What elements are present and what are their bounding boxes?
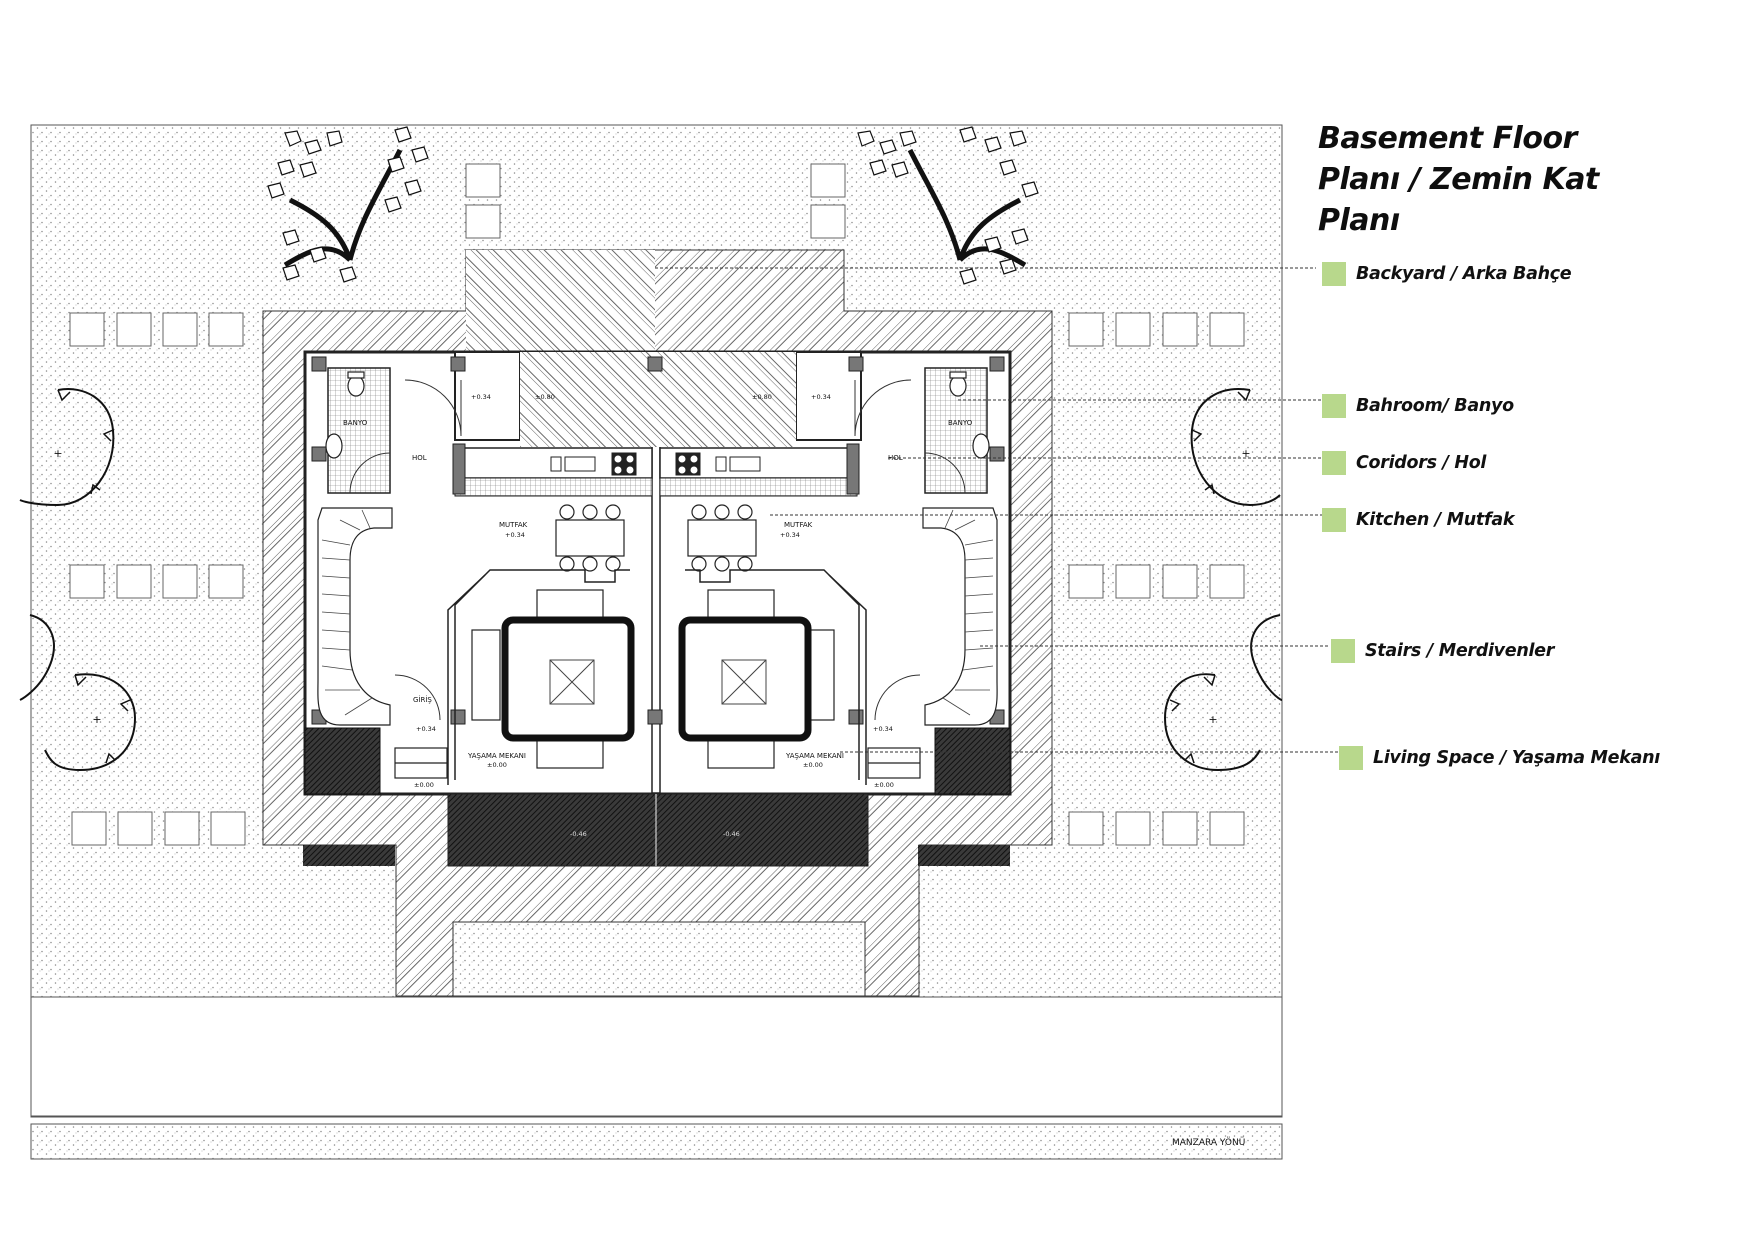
level-mark: ±0.00 <box>487 761 507 769</box>
plan-title-line: Planı <box>1318 203 1400 238</box>
room-label-hol-left: HOL <box>412 454 427 462</box>
legend-swatch <box>1331 639 1355 663</box>
room-label-yasama-right: YAŞAMA MEKANI <box>785 752 844 760</box>
level-mark: +0.34 <box>416 725 436 733</box>
level-mark: -0.46 <box>570 830 587 838</box>
level-mark: +0.34 <box>780 531 800 539</box>
room-label-mutfak-left: MUTFAK <box>499 521 528 529</box>
legend-item-corridors: Coridors / Hol <box>1322 451 1486 475</box>
room-label-mutfak-right: MUTFAK <box>784 521 813 529</box>
legend-swatch <box>1322 451 1346 475</box>
view-direction-label: MANZARA YÖNÜ <box>1172 1137 1245 1148</box>
svg-text:+: + <box>53 447 62 460</box>
level-mark: ±0.80 <box>535 393 555 401</box>
legend-swatch <box>1322 508 1346 532</box>
level-mark: ±0.00 <box>874 781 894 789</box>
legend-item-bathroom: Bahroom/ Banyo <box>1322 394 1514 418</box>
legend-label: Stairs / Merdivenler <box>1365 641 1555 661</box>
svg-text:+: + <box>1208 713 1217 726</box>
bottom-strip <box>30 1123 1283 1160</box>
legend-swatch <box>1322 394 1346 418</box>
room-label-yasama-left: YAŞAMA MEKANI <box>467 752 526 760</box>
plan-title-line: Planı / Zemin Kat <box>1318 162 1599 197</box>
legend-label: Backyard / Arka Bahçe <box>1356 264 1572 284</box>
plan-title: Basement Floor Planı / Zemin Kat Planı <box>1318 118 1738 241</box>
room-label-banyo-right: BANYO <box>948 419 973 427</box>
legend-item-backyard: Backyard / Arka Bahçe <box>1322 262 1572 286</box>
legend-label: Living Space / Yaşama Mekanı <box>1373 748 1660 768</box>
building <box>303 350 1012 867</box>
room-label-giris: GİRİŞ <box>413 695 432 704</box>
legend-label: Kitchen / Mutfak <box>1356 510 1515 530</box>
level-mark: ±0.00 <box>414 781 434 789</box>
level-mark: ±0.00 <box>803 761 823 769</box>
road-band <box>30 996 1283 1118</box>
room-label-banyo-left: BANYO <box>343 419 368 427</box>
legend-swatch <box>1339 746 1363 770</box>
level-mark: -0.46 <box>723 830 740 838</box>
level-mark: ±0.80 <box>752 393 772 401</box>
plan-title-line: Basement Floor <box>1318 121 1577 156</box>
legend-label: Bahroom/ Banyo <box>1356 396 1514 416</box>
svg-text:+: + <box>92 713 101 726</box>
level-mark: +0.34 <box>471 393 491 401</box>
level-mark: +0.34 <box>811 393 831 401</box>
legend-item-living-space: Living Space / Yaşama Mekanı <box>1339 746 1660 770</box>
legend-item-stairs: Stairs / Merdivenler <box>1331 639 1554 663</box>
level-mark: +0.34 <box>873 725 893 733</box>
legend-item-kitchen: Kitchen / Mutfak <box>1322 508 1514 532</box>
legend-label: Coridors / Hol <box>1356 453 1487 473</box>
legend-swatch <box>1322 262 1346 286</box>
level-mark: +0.34 <box>505 531 525 539</box>
